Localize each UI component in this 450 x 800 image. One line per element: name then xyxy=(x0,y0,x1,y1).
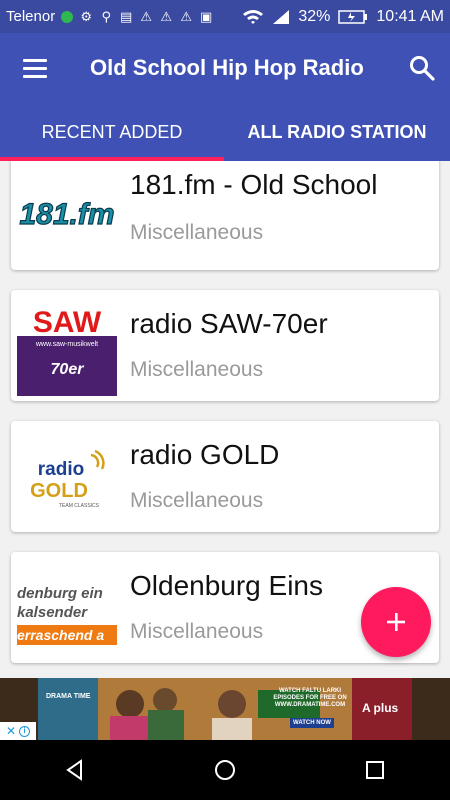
logo-text-saw: SAW xyxy=(33,306,102,339)
warning-icon: ⚠ xyxy=(160,8,173,24)
warning-icon: ⚠ xyxy=(140,8,153,24)
station-name: 181.fm - Old School xyxy=(130,169,378,200)
android-icon: ⚙ xyxy=(80,8,93,24)
logo-sub-saw: 70er xyxy=(51,361,85,378)
tab-recent-added[interactable]: RECENT ADDED xyxy=(0,103,224,161)
station-logo: SAW www.saw-musikwelt 70er xyxy=(17,296,117,396)
battery-percent: 32% xyxy=(298,7,331,25)
ad-headline: WATCH FALTU LARKI EPISODES FOR FREE ON W… xyxy=(273,688,347,708)
tab-bar: RECENT ADDED ALL RADIO STATION xyxy=(0,103,450,161)
station-category: Miscellaneous xyxy=(130,620,264,643)
station-category: Miscellaneous xyxy=(130,489,264,512)
logo-text-gold: GOLD xyxy=(30,480,88,502)
logo-url-saw: www.saw-musikwelt xyxy=(35,341,98,348)
recent-apps-icon[interactable] xyxy=(363,758,387,782)
tab-all-radio-station[interactable]: ALL RADIO STATION xyxy=(224,103,450,161)
logo-tag-gold: TEAM CLASSICS xyxy=(59,503,100,509)
wifi-icon xyxy=(243,9,264,24)
logo-text-181fm: 181.fm xyxy=(19,198,114,231)
clock: 10:41 AM xyxy=(376,7,444,25)
warning-icon: ⚠ xyxy=(180,8,193,24)
usb-icon: ⚲ xyxy=(101,8,111,24)
image-icon: ▣ xyxy=(200,8,213,24)
logo-line1: denburg ein xyxy=(17,585,103,602)
ad-brand-left: DRAMA TIME xyxy=(46,693,91,700)
station-logo: 181.fm xyxy=(17,164,117,264)
navigation-bar xyxy=(0,740,450,800)
carrier-label: Telenor xyxy=(6,8,56,25)
station-name: radio GOLD xyxy=(130,439,280,470)
ad-banner[interactable]: DRAMA TIME A plus WATCH FALTU LARKI EPIS… xyxy=(0,678,450,740)
ad-brand-right: A plus xyxy=(362,701,399,715)
station-card[interactable]: radio GOLD TEAM CLASSICS radio GOLD Misc… xyxy=(11,421,439,532)
station-logo: radio GOLD TEAM CLASSICS xyxy=(17,427,117,527)
menu-icon[interactable] xyxy=(0,33,70,103)
signal-icon xyxy=(273,9,290,24)
station-name: radio SAW-70er xyxy=(130,308,328,339)
app-title: Old School Hip Hop Radio xyxy=(90,55,364,80)
status-bar: Telenor ⚙ ⚲ ▤ ⚠ ⚠ ⚠ ▣ 32% 10:41 AM xyxy=(0,0,450,33)
station-category: Miscellaneous xyxy=(130,358,264,381)
logo-line3: erraschend a xyxy=(17,627,104,643)
battery-icon xyxy=(338,9,368,24)
station-card[interactable]: SAW www.saw-musikwelt 70er radio SAW-70e… xyxy=(11,290,439,401)
station-logo: denburg ein kalsender erraschend a xyxy=(17,558,117,658)
globe-icon xyxy=(61,10,74,23)
plus-icon xyxy=(387,613,405,631)
station-name: Oldenburg Eins xyxy=(130,570,324,601)
logo-line2: kalsender xyxy=(17,604,88,621)
search-icon[interactable] xyxy=(408,54,436,82)
ad-choices[interactable]: ✕ i xyxy=(0,722,36,740)
ad-cta-button[interactable]: WATCH NOW xyxy=(290,718,334,728)
home-icon[interactable] xyxy=(213,758,237,782)
back-icon[interactable] xyxy=(63,758,87,782)
logo-text-radio: radio xyxy=(38,459,84,480)
ad-info-icon[interactable]: i xyxy=(19,725,31,737)
station-category: Miscellaneous xyxy=(130,221,264,244)
station-card[interactable]: 181.fm 181.fm - Old School Miscellaneous xyxy=(11,161,439,270)
app-bar: Old School Hip Hop Radio xyxy=(0,33,450,103)
clipboard-icon: ▤ xyxy=(120,8,133,24)
add-station-button[interactable] xyxy=(361,587,431,657)
ad-close-icon[interactable]: ✕ xyxy=(6,724,16,738)
